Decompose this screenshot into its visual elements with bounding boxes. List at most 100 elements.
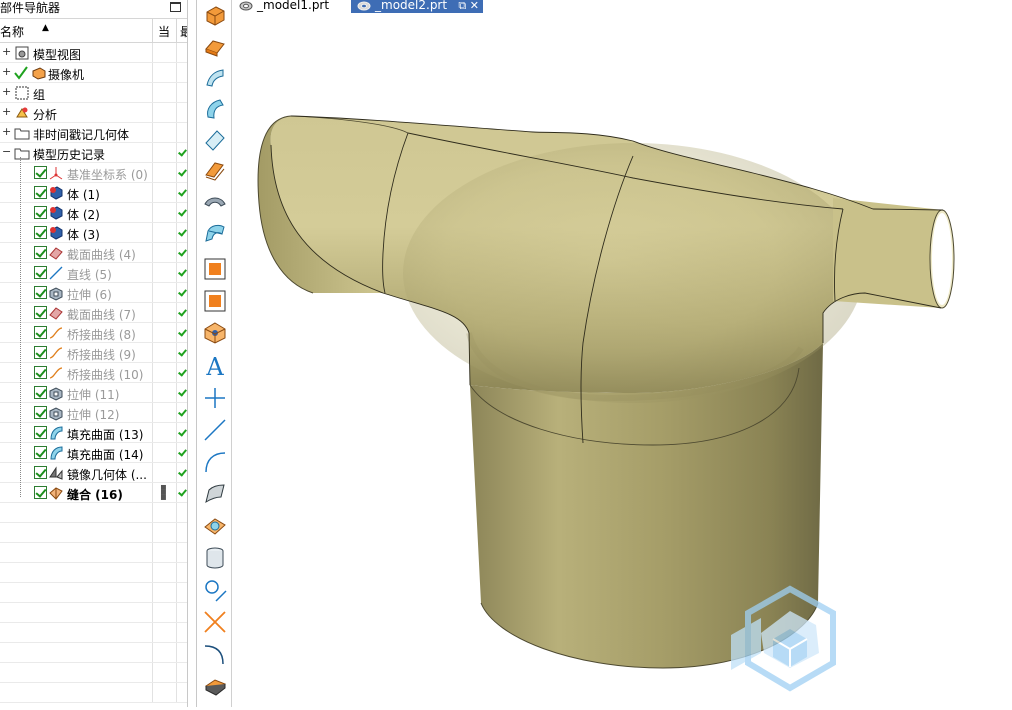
feature-checkbox[interactable]	[34, 406, 47, 419]
body-icon	[50, 206, 63, 220]
feature-checkbox[interactable]	[34, 246, 47, 259]
feature-row[interactable]: 镜像几何体 (...	[0, 463, 187, 483]
visible-check-icon[interactable]	[13, 65, 29, 81]
blend-body[interactable]	[270, 116, 874, 403]
point-set-icon[interactable]	[203, 321, 227, 345]
datum-plane-icon[interactable]	[203, 514, 227, 538]
face-icon[interactable]	[203, 128, 227, 152]
expand-icon[interactable]: +	[2, 46, 11, 58]
feature-row[interactable]: 拉伸 (6)	[0, 283, 187, 303]
arc-icon[interactable]	[203, 450, 227, 474]
navigator-node[interactable]: − 模型历史记录	[0, 143, 187, 163]
feature-row[interactable]: 直线 (5)	[0, 263, 187, 283]
feature-row[interactable]: 体 (1)	[0, 183, 187, 203]
expand-icon[interactable]: +	[2, 126, 11, 138]
feature-row[interactable]: 缝合 (16) ▪ ▪ ▪	[0, 483, 187, 503]
expand-icon[interactable]: +	[2, 66, 11, 78]
feature-row[interactable]: 桥接曲线 (9)	[0, 343, 187, 363]
feature-checkbox[interactable]	[34, 326, 47, 339]
sort-ascending-icon[interactable]: ▲	[42, 23, 49, 33]
cylinder-icon[interactable]	[203, 546, 227, 570]
feature-row[interactable]: 拉伸 (12)	[0, 403, 187, 423]
orange-square-2-icon[interactable]	[203, 289, 227, 313]
feature-row[interactable]: 桥接曲线 (8)	[0, 323, 187, 343]
collapse-icon[interactable]: −	[2, 146, 11, 158]
feature-checkbox[interactable]	[34, 486, 47, 499]
feature-checkbox[interactable]	[34, 466, 47, 479]
feature-row[interactable]: 截面曲线 (7)	[0, 303, 187, 323]
feature-row[interactable]: 截面曲线 (4)	[0, 243, 187, 263]
feature-row[interactable]: 拉伸 (11)	[0, 383, 187, 403]
popout-icon[interactable]: ⧉	[458, 0, 466, 12]
column-extra-header[interactable]: 最	[176, 19, 187, 42]
bridge-curve-icon	[49, 367, 63, 379]
fillet-curve-icon[interactable]	[203, 642, 227, 666]
mirror-geometry-icon	[49, 466, 63, 480]
feature-label: 体 (1)	[67, 188, 100, 202]
graphics-viewport[interactable]	[233, 13, 1012, 707]
feature-row[interactable]: 填充曲面 (14)	[0, 443, 187, 463]
feature-label: 截面曲线 (4)	[67, 248, 136, 262]
feature-checkbox[interactable]	[34, 306, 47, 319]
section-curve-icon	[49, 247, 63, 260]
navigator-title: 部件导航器	[0, 1, 61, 15]
feature-checkbox[interactable]	[34, 346, 47, 359]
feature-checkbox[interactable]	[34, 166, 47, 179]
line-icon[interactable]	[203, 418, 227, 442]
feature-row[interactable]: 体 (2)	[0, 203, 187, 223]
feature-row[interactable]: 桥接曲线 (10)	[0, 363, 187, 383]
column-name-header[interactable]: 名称	[0, 23, 24, 40]
svg-text:A: A	[205, 354, 224, 378]
feature-checkbox[interactable]	[34, 266, 47, 279]
up-to-date-check-icon	[178, 167, 187, 177]
extrude-surface-icon[interactable]	[203, 35, 227, 59]
feature-checkbox[interactable]	[34, 206, 47, 219]
feature-label: 填充曲面 (13)	[67, 428, 144, 442]
point-icon[interactable]	[203, 386, 227, 410]
feature-row[interactable]: 体 (3)	[0, 223, 187, 243]
navigator-node[interactable]: + 组	[0, 83, 187, 103]
intersect-curve-icon[interactable]	[203, 610, 227, 634]
block-icon[interactable]	[203, 4, 227, 28]
more-options-icon[interactable]: ▪ ▪ ▪	[160, 483, 167, 503]
navigator-node[interactable]: + 摄像机	[0, 63, 187, 83]
pipe-icon[interactable]	[203, 190, 227, 214]
feature-checkbox[interactable]	[34, 426, 47, 439]
thicken-icon[interactable]	[203, 674, 227, 698]
close-icon[interactable]: ✕	[470, 0, 479, 12]
sweep-along-guide-icon[interactable]	[203, 221, 227, 245]
feature-label: 截面曲线 (7)	[67, 308, 136, 322]
feature-checkbox[interactable]	[34, 386, 47, 399]
feature-row[interactable]: 基准坐标系 (0)	[0, 163, 187, 183]
ruled-surface-icon[interactable]	[203, 97, 227, 121]
tab-model2[interactable]: _model2.prt ⧉ ✕	[351, 0, 483, 13]
navigator-node[interactable]: + 非时间戳记几何体	[0, 123, 187, 143]
extrude-icon	[49, 287, 63, 301]
up-to-date-check-icon	[178, 407, 187, 417]
feature-row[interactable]: 填充曲面 (13)	[0, 423, 187, 443]
expand-icon[interactable]: +	[2, 106, 11, 118]
feature-checkbox[interactable]	[34, 446, 47, 459]
up-to-date-check-icon	[178, 287, 187, 297]
offset-surface-icon[interactable]	[203, 159, 227, 183]
column-current-header[interactable]: 当	[152, 19, 176, 42]
up-to-date-check-icon	[178, 447, 187, 457]
feature-checkbox[interactable]	[34, 366, 47, 379]
model-3d-view[interactable]	[233, 13, 1012, 707]
navigator-node[interactable]: + 模型视图	[0, 43, 187, 63]
navigator-node[interactable]: + 分析	[0, 103, 187, 123]
maximize-icon[interactable]	[170, 2, 181, 12]
orange-square-icon[interactable]	[203, 257, 227, 281]
feature-checkbox[interactable]	[34, 186, 47, 199]
circle-line-icon[interactable]	[203, 578, 227, 602]
expand-icon[interactable]: +	[2, 86, 11, 98]
swept-surface-icon[interactable]	[203, 66, 227, 90]
right-pipe[interactable]	[833, 198, 955, 309]
tab-model1[interactable]: _model1.prt	[233, 0, 351, 13]
feature-checkbox[interactable]	[34, 226, 47, 239]
navigator-title-bar: 部件导航器	[0, 0, 187, 18]
tab-label: _model1.prt	[257, 0, 330, 12]
text-icon[interactable]: A	[203, 354, 227, 378]
feature-checkbox[interactable]	[34, 286, 47, 299]
surface-icon[interactable]	[203, 482, 227, 506]
